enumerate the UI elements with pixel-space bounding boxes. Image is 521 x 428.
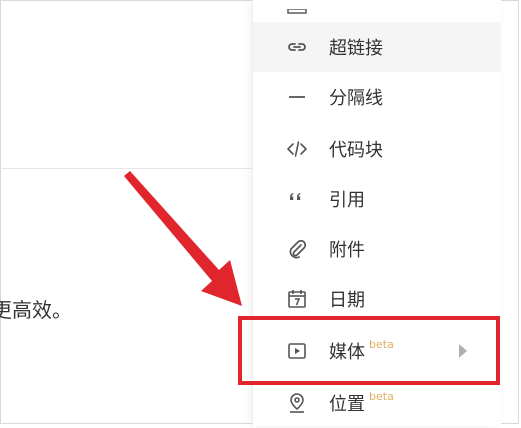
annotation-arrow	[124, 171, 242, 306]
